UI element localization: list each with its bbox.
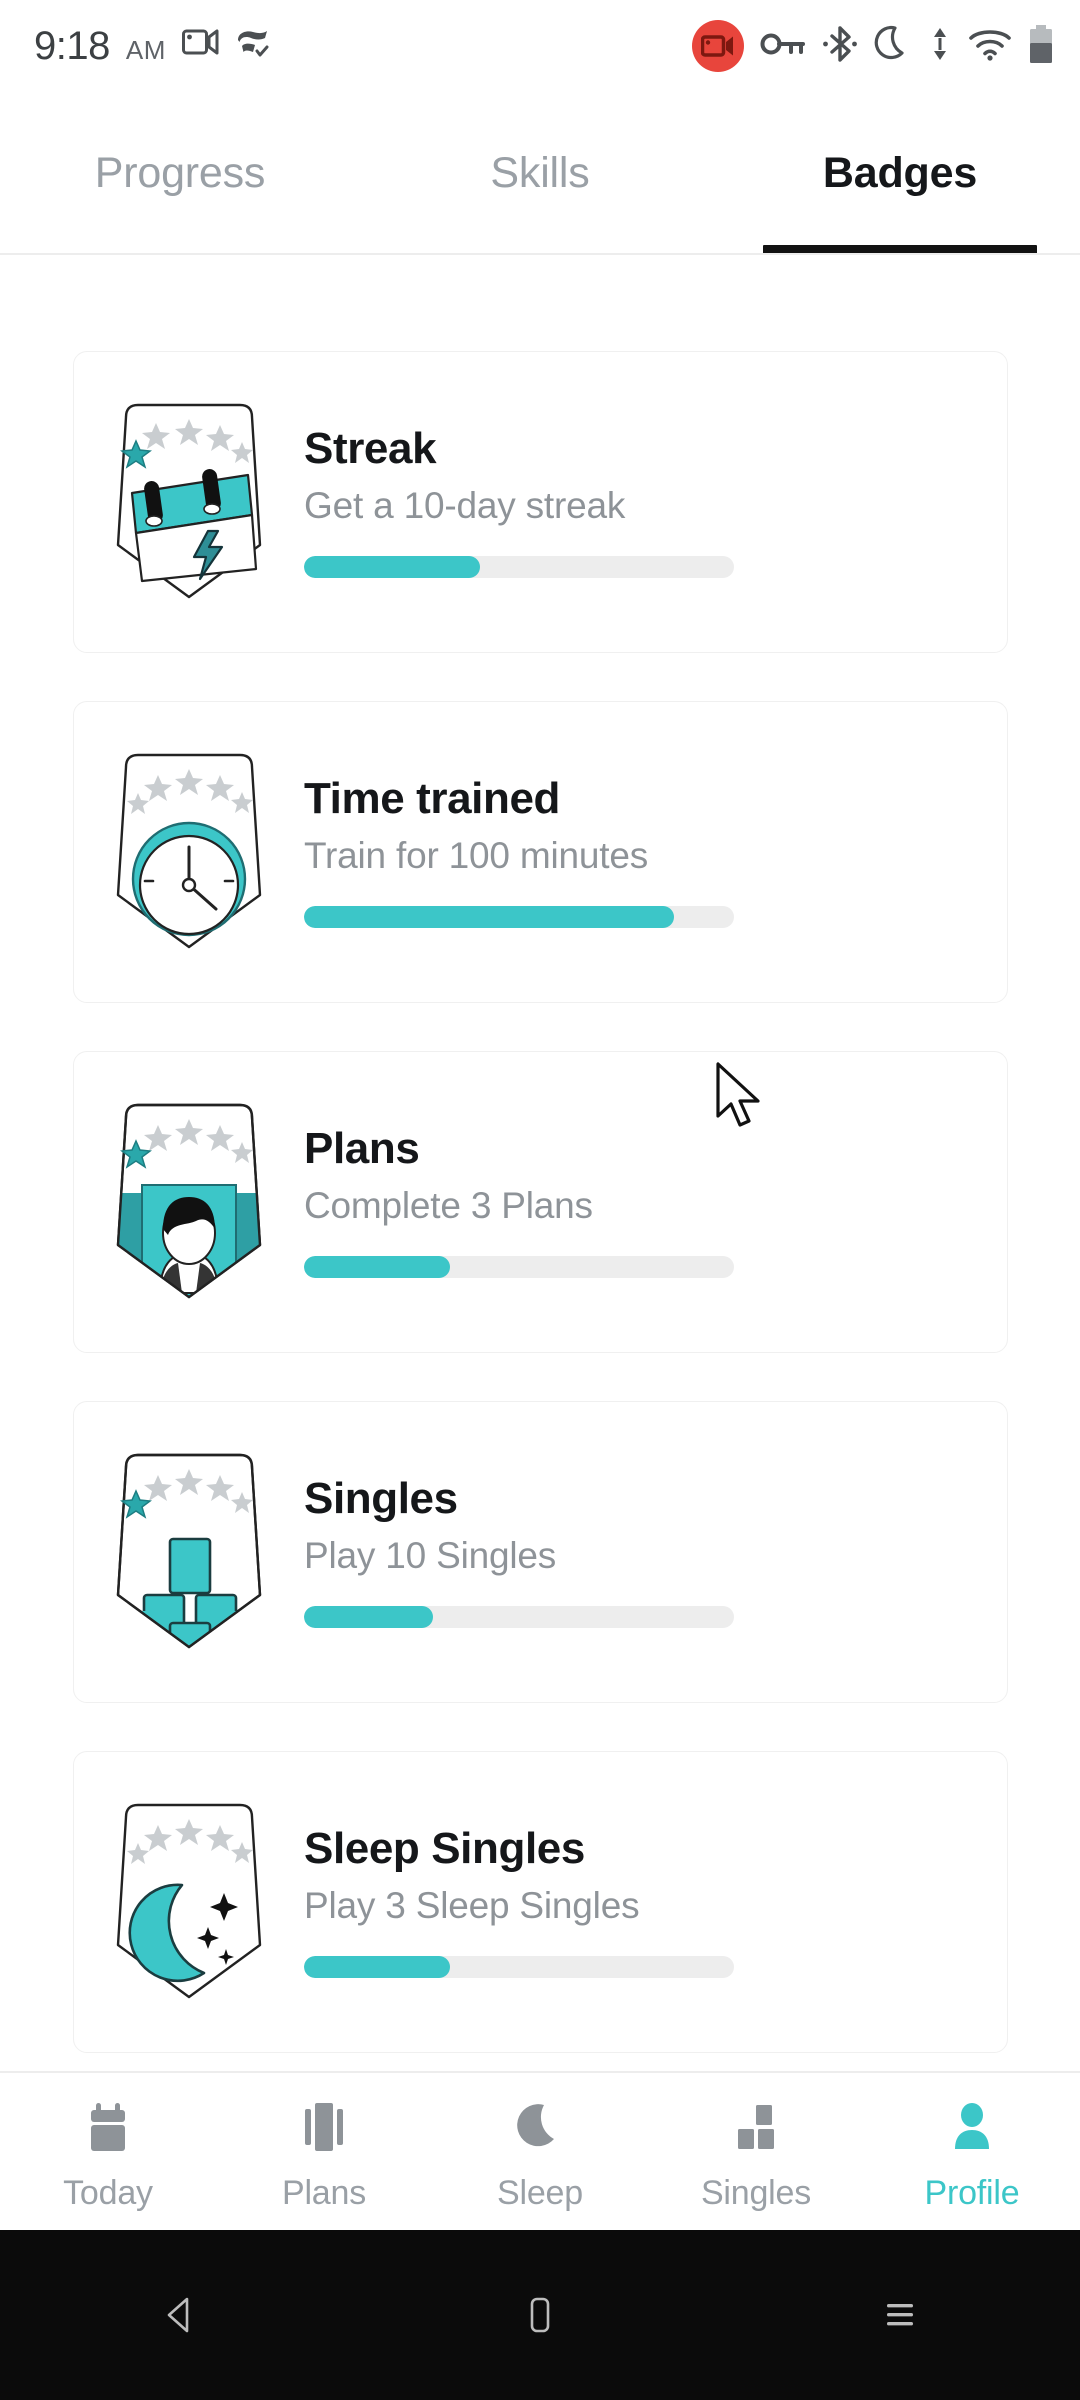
bottom-nav-item-today[interactable]: Today bbox=[0, 2073, 216, 2230]
home-icon[interactable] bbox=[450, 2230, 630, 2400]
recents-icon[interactable] bbox=[810, 2230, 990, 2400]
badge-card-text: Plans Complete 3 Plans bbox=[304, 1123, 1007, 1279]
badge-progress-fill bbox=[304, 1606, 433, 1629]
status-clock-ampm: AM bbox=[125, 35, 166, 65]
badge-card-plans[interactable]: Plans Complete 3 Plans bbox=[73, 1051, 1008, 1353]
badge-card-time-trained[interactable]: Time trained Train for 100 minutes bbox=[73, 701, 1008, 1003]
bottom-nav-item-profile[interactable]: Profile bbox=[864, 2073, 1080, 2230]
badge-title: Streak bbox=[304, 423, 437, 473]
app-screen: 9:18 AM Progress Skills Badges Streak Ge… bbox=[0, 0, 1080, 2400]
do-not-disturb-moon-icon bbox=[874, 24, 912, 69]
bottom-nav-label-profile: Profile bbox=[924, 2173, 1020, 2212]
badge-subtitle: Complete 3 Plans bbox=[304, 1184, 593, 1226]
badge-progress-bar bbox=[304, 906, 734, 929]
badge-subtitle: Get a 10-day streak bbox=[304, 484, 626, 526]
moon-sleep-singles-badge-icon bbox=[74, 1752, 304, 2052]
badge-subtitle: Play 3 Sleep Singles bbox=[304, 1884, 640, 1926]
badge-card-singles[interactable]: Singles Play 10 Singles bbox=[73, 1401, 1008, 1703]
person-icon bbox=[944, 2099, 1000, 2160]
bottom-nav-item-plans[interactable]: Plans bbox=[216, 2073, 432, 2230]
calendar-streak-badge-icon bbox=[74, 352, 304, 652]
wifi-icon bbox=[968, 27, 1012, 66]
vpn-check-icon bbox=[234, 27, 272, 64]
calendar-icon bbox=[80, 2099, 136, 2160]
tab-badges-label: Badges bbox=[822, 148, 978, 197]
badge-progress-fill bbox=[304, 556, 481, 579]
badge-card-text: Sleep Singles Play 3 Sleep Singles bbox=[304, 1823, 1007, 1979]
badge-card-sleep-singles[interactable]: Sleep Singles Play 3 Sleep Singles bbox=[73, 1751, 1008, 2053]
badge-progress-fill bbox=[304, 1256, 451, 1279]
clock-time-trained-badge-icon bbox=[74, 702, 304, 1002]
badge-progress-fill bbox=[304, 1956, 451, 1979]
tab-progress-label: Progress bbox=[94, 148, 266, 197]
bottom-nav-bar: Today Plans Sleep Singles Profile bbox=[0, 2071, 1080, 2230]
data-transfer-icon bbox=[928, 25, 952, 68]
badge-title: Singles bbox=[304, 1473, 458, 1523]
status-clock: 9:18 bbox=[34, 24, 110, 68]
badge-card-text: Singles Play 10 Singles bbox=[304, 1473, 1007, 1629]
badge-subtitle: Play 10 Singles bbox=[304, 1534, 557, 1576]
badge-card-text: Time trained Train for 100 minutes bbox=[304, 773, 1007, 929]
tab-progress[interactable]: Progress bbox=[0, 92, 360, 254]
badge-progress-bar bbox=[304, 556, 734, 579]
badge-title: Time trained bbox=[304, 773, 561, 823]
moon-icon bbox=[512, 2099, 568, 2160]
tab-badges[interactable]: Badges bbox=[720, 92, 1080, 254]
badge-list[interactable]: Streak Get a 10-day streak Time trained … bbox=[0, 255, 1080, 2071]
status-bar-left: 9:18 AM bbox=[34, 26, 272, 66]
badge-card-text: Streak Get a 10-day streak bbox=[304, 423, 1007, 579]
android-system-nav bbox=[0, 2230, 1080, 2400]
screen-cast-icon bbox=[181, 28, 220, 63]
bottom-nav-label-today: Today bbox=[63, 2173, 153, 2212]
tab-skills-label: Skills bbox=[490, 148, 590, 197]
tab-skills[interactable]: Skills bbox=[360, 92, 720, 254]
badge-title: Sleep Singles bbox=[304, 1823, 585, 1873]
battery-icon bbox=[1028, 24, 1054, 69]
bottom-nav-label-singles: Singles bbox=[700, 2173, 812, 2212]
columns-icon bbox=[296, 2099, 352, 2160]
bottom-nav-item-singles[interactable]: Singles bbox=[648, 2073, 864, 2230]
bottom-nav-label-plans: Plans bbox=[281, 2173, 367, 2212]
badge-subtitle: Train for 100 minutes bbox=[304, 834, 649, 876]
back-icon[interactable] bbox=[90, 2230, 270, 2400]
vpn-key-icon bbox=[760, 30, 806, 63]
badge-card-streak[interactable]: Streak Get a 10-day streak bbox=[73, 351, 1008, 653]
person-plans-badge-icon bbox=[74, 1052, 304, 1352]
badge-progress-fill bbox=[304, 906, 674, 929]
bottom-nav-label-sleep: Sleep bbox=[497, 2173, 583, 2212]
top-tab-bar: Progress Skills Badges bbox=[0, 92, 1080, 254]
status-left-icons bbox=[181, 27, 272, 66]
screen-record-icon bbox=[692, 20, 744, 72]
blocks-singles-badge-icon bbox=[74, 1402, 304, 1702]
bluetooth-icon bbox=[822, 25, 858, 68]
status-bar: 9:18 AM bbox=[0, 0, 1080, 92]
badge-title: Plans bbox=[304, 1123, 420, 1173]
badge-progress-bar bbox=[304, 1606, 734, 1629]
blocks-icon bbox=[728, 2099, 784, 2160]
status-bar-right bbox=[692, 20, 1054, 72]
badge-progress-bar bbox=[304, 1956, 734, 1979]
badge-progress-bar bbox=[304, 1256, 734, 1279]
bottom-nav-item-sleep[interactable]: Sleep bbox=[432, 2073, 648, 2230]
